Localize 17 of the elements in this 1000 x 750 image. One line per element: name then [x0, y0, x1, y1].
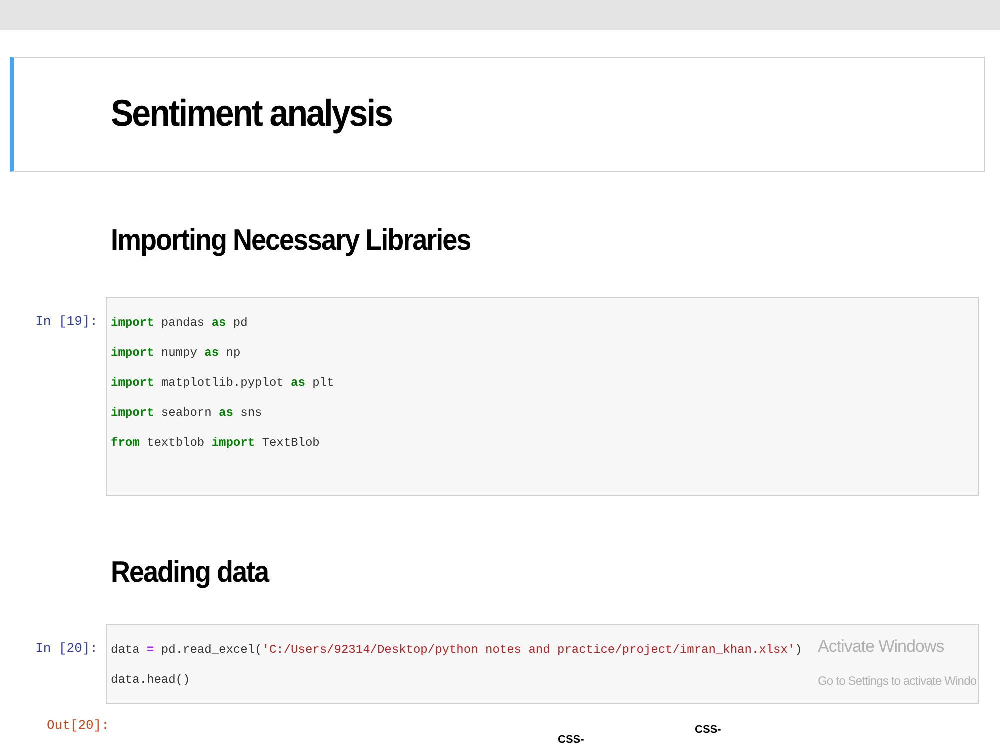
code-line: import matplotlib.pyplot as plt — [111, 374, 334, 392]
column-header: CSS- — [695, 723, 722, 738]
notebook-title: Sentiment analysis — [111, 92, 392, 137]
section-heading: Importing Necessary Libraries — [111, 222, 472, 258]
output-prompt: Out[20]: — [47, 717, 110, 735]
input-prompt: In [20]: — [34, 640, 99, 658]
code-line: import seaborn as sns — [111, 404, 262, 422]
code-line: data.head() — [111, 672, 190, 689]
column-header: CSS- — [558, 733, 584, 748]
code-line: data = pd.read_excel('C:/Users/92314/Desktop/python notes and practice/project/imran_khan.xlsx') — [111, 642, 802, 659]
code-line: import pandas as pd — [111, 314, 248, 332]
code-line: from textblob import TextBlob — [111, 434, 320, 452]
section-heading: Reading data — [111, 554, 270, 590]
activation-subtitle: Go to Settings to activate Windo — [818, 672, 977, 690]
activation-title: Activate Windows — [818, 636, 944, 658]
input-prompt: In [19]: — [34, 312, 99, 330]
code-line: import numpy as np — [111, 344, 241, 362]
